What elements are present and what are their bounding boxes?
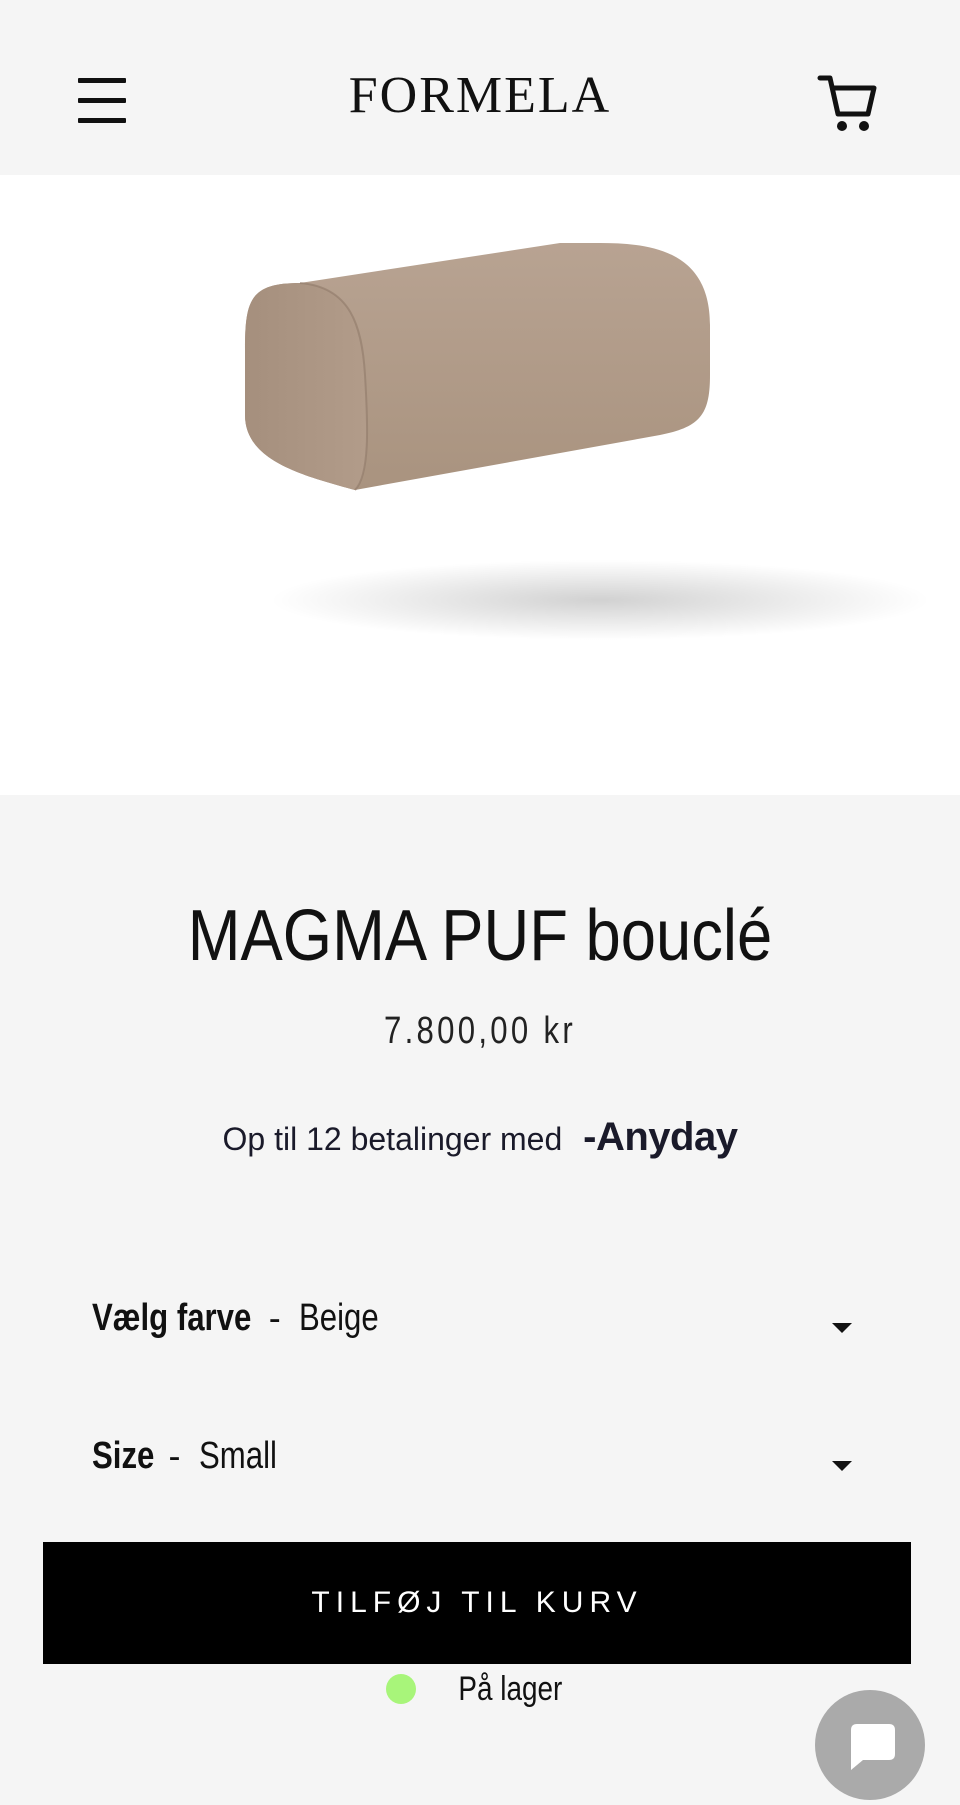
color-select[interactable]: Vælg farve - Beige [92,1297,862,1367]
color-select-value: Beige [299,1297,379,1339]
installment-text: Op til 12 betalinger med [222,1121,563,1157]
product-image [0,175,960,795]
add-to-cart-button[interactable]: TILFØJ TIL KURV [43,1542,911,1664]
color-select-separator: - [268,1297,281,1338]
size-select-separator: - [168,1435,181,1476]
chevron-down-icon [832,1323,852,1333]
installment-info[interactable]: Op til 12 betalinger med -Anyday [0,1115,960,1160]
brand-logo[interactable]: FORMELA [280,66,680,125]
size-select-value: Small [198,1435,277,1477]
color-select-label: Vælg farve [92,1297,252,1339]
stock-status-text: På lager [458,1669,563,1708]
chevron-down-icon [832,1461,852,1471]
stock-indicator-dot [385,1674,416,1705]
site-header: FORMELA [0,0,960,175]
shopping-cart-icon[interactable] [816,70,880,134]
chat-bubble-icon [851,1724,895,1770]
product-title: MAGMA PUF bouclé [187,896,773,976]
product-price: 7.800,00 kr [383,1010,576,1052]
hamburger-menu-icon[interactable] [78,78,130,124]
chat-button[interactable] [815,1690,925,1800]
size-select[interactable]: Size - Small [92,1435,862,1505]
anyday-logo: -Anyday [583,1115,738,1159]
size-select-label: Size [92,1435,155,1477]
